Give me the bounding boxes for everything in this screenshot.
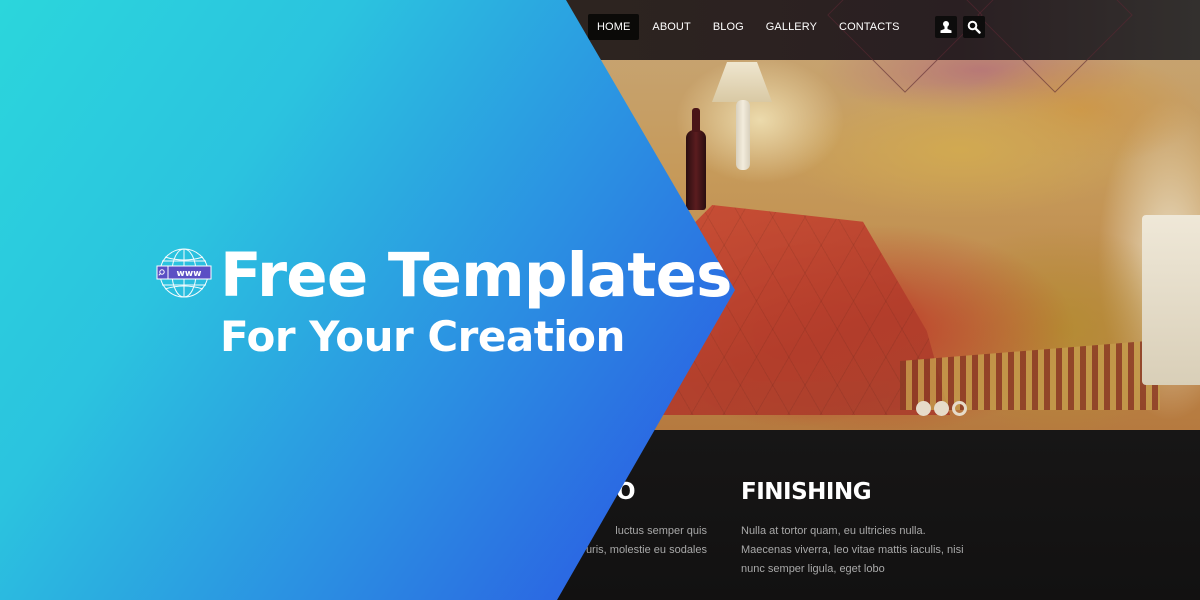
slider-dot-1[interactable] xyxy=(916,401,931,416)
feature-text-line: Nulla at tortor quam, eu ultricies nulla… xyxy=(741,525,926,537)
nav-item-home[interactable]: HOME xyxy=(588,14,640,40)
feature-text-line: Maecenas viverra, leo vitae mattis iacul… xyxy=(741,544,964,556)
globe-www-icon: www xyxy=(156,248,212,298)
feature-text: Nulla at tortor quam, eu ultricies nulla… xyxy=(741,522,981,579)
www-badge-text: www xyxy=(177,269,202,279)
slider-dot-3-active[interactable] xyxy=(952,401,967,416)
headline-line-1: Free Templates xyxy=(220,240,732,311)
user-button[interactable] xyxy=(935,16,957,38)
wine-bottle xyxy=(686,108,706,210)
slider-dot-2[interactable] xyxy=(934,401,949,416)
banner-headline: Free Templates For Your Creation xyxy=(220,238,732,362)
user-icon xyxy=(940,21,952,33)
nav-item-contacts[interactable]: CONTACTS xyxy=(830,14,908,40)
bed-fringe xyxy=(900,340,1160,410)
search-button[interactable] xyxy=(963,16,985,38)
nav-item-gallery[interactable]: GALLERY xyxy=(757,14,826,40)
feature-title: FINISHING xyxy=(741,479,872,505)
feature-text-line: uris, molestie eu sodales xyxy=(585,544,707,556)
nav-item-blog[interactable]: BLOG xyxy=(704,14,753,40)
feature-column-finishing: FINISHING Nulla at tortor quam, eu ultri… xyxy=(741,478,981,579)
search-icon xyxy=(967,20,981,34)
main-nav: HOME ABOUT BLOG GALLERY CONTACTS xyxy=(588,14,913,40)
lamp-base xyxy=(736,100,750,170)
feature-text-line: nunc semper ligula, eget lobo xyxy=(741,563,885,575)
headline-line-2: For Your Creation xyxy=(220,312,625,361)
nav-item-about[interactable]: ABOUT xyxy=(643,14,699,40)
nightstand xyxy=(1142,215,1200,385)
feature-text-line: luctus semper quis xyxy=(615,525,707,537)
lamp-shade xyxy=(712,62,772,102)
slider-pagination xyxy=(916,401,967,416)
